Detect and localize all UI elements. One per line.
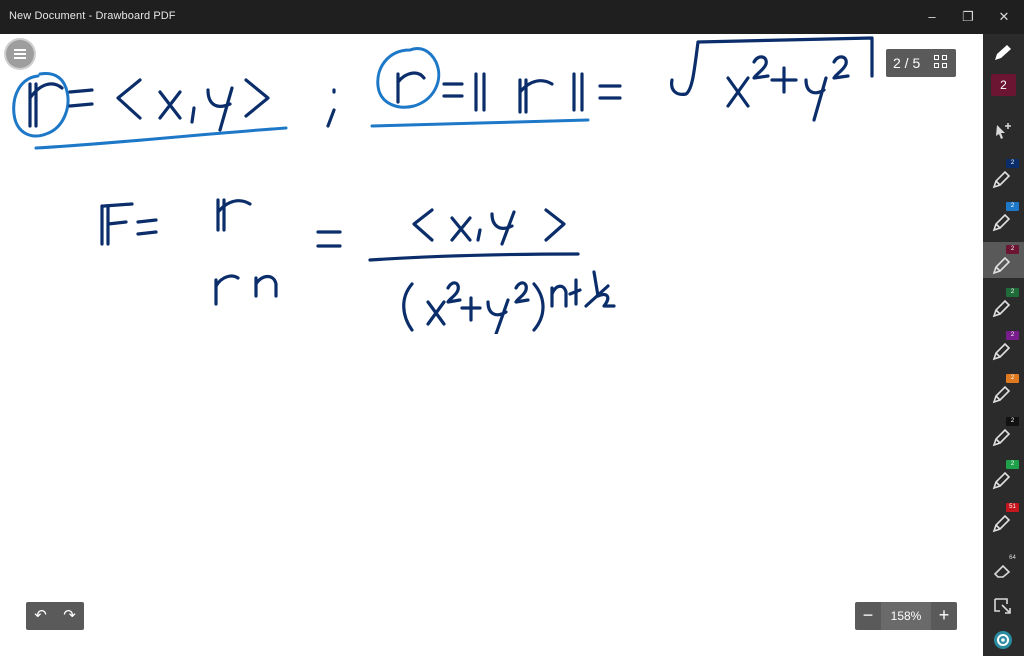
pen-size-badge: 2	[1006, 288, 1019, 297]
selection-tool[interactable]	[983, 112, 1024, 148]
pen-orange-tool[interactable]: 2	[983, 371, 1024, 407]
pen-icon	[995, 45, 1011, 60]
crop-select-tool[interactable]	[983, 587, 1024, 623]
window-title: New Document - Drawboard PDF	[9, 10, 176, 22]
history-controls: ↶ ↷	[26, 602, 84, 630]
pen-icon	[992, 514, 1011, 533]
menu-button[interactable]	[6, 40, 34, 68]
pen-size-badge: 51	[1006, 503, 1019, 512]
restore-button[interactable]: ❐	[954, 8, 982, 26]
eraser-icon	[993, 564, 1011, 578]
redo-button[interactable]: ↷	[55, 602, 84, 630]
pen-icon	[992, 428, 1011, 447]
pen-size-badge: 2	[1006, 202, 1019, 211]
pen-size-badge: 2	[1006, 245, 1019, 254]
underlines	[34, 118, 590, 150]
eraser-tool[interactable]: 64	[983, 551, 1024, 587]
pen-maroon-tool[interactable]: 2	[983, 242, 1024, 278]
gear-icon	[994, 631, 1012, 649]
pen-green-bright-tool[interactable]: 2	[983, 457, 1024, 493]
handwritten-ink	[12, 36, 874, 334]
pen-icon	[992, 385, 1011, 404]
page-indicator[interactable]: 2 / 5	[886, 49, 956, 77]
pen-blue-tool[interactable]: 2	[983, 199, 1024, 235]
tool-palette: 2 2 2 2 2 2 2 2 2 51 64	[983, 34, 1024, 656]
pen-icon	[992, 170, 1011, 189]
crop-select-icon	[994, 598, 1011, 614]
pen-icon	[992, 256, 1011, 275]
pen-icon	[992, 342, 1011, 361]
zoom-in-button[interactable]: +	[931, 602, 957, 630]
close-button[interactable]: ✕	[990, 8, 1018, 26]
zoom-control: − 158% +	[855, 602, 957, 630]
ink-line-1	[28, 36, 874, 132]
pen-size-badge: 2	[1006, 460, 1019, 469]
title-bar: New Document - Drawboard PDF – ❐ ✕	[0, 0, 1024, 34]
pen-red-tool[interactable]: 51	[983, 500, 1024, 536]
minimize-button[interactable]: –	[918, 8, 946, 26]
pen-navy-tool[interactable]: 2	[983, 156, 1024, 192]
pen-purple-tool[interactable]: 2	[983, 328, 1024, 364]
page-number: 2 / 5	[893, 55, 921, 71]
zoom-out-button[interactable]: −	[855, 602, 881, 630]
pen-size-badge: 2	[1006, 417, 1019, 426]
move-select-icon	[996, 123, 1011, 139]
pen-icon	[992, 299, 1011, 318]
pen-size-badge: 2	[1006, 159, 1019, 168]
pen-icon	[992, 471, 1011, 490]
ink-line-2	[100, 198, 616, 334]
pen-size-badge: 2	[1006, 331, 1019, 340]
pen-black-tool[interactable]: 2	[983, 414, 1024, 450]
pen-size-badge: 2	[1006, 374, 1019, 383]
settings-tool[interactable]	[983, 620, 1024, 656]
undo-button[interactable]: ↶	[26, 602, 55, 630]
active-pen-tool[interactable]	[983, 34, 1024, 70]
active-size-badge[interactable]: 2	[991, 74, 1016, 96]
pen-green-tool[interactable]: 2	[983, 285, 1024, 321]
zoom-level[interactable]: 158%	[881, 602, 931, 630]
grid-view-icon[interactable]	[934, 55, 950, 71]
pen-icon	[992, 213, 1011, 232]
